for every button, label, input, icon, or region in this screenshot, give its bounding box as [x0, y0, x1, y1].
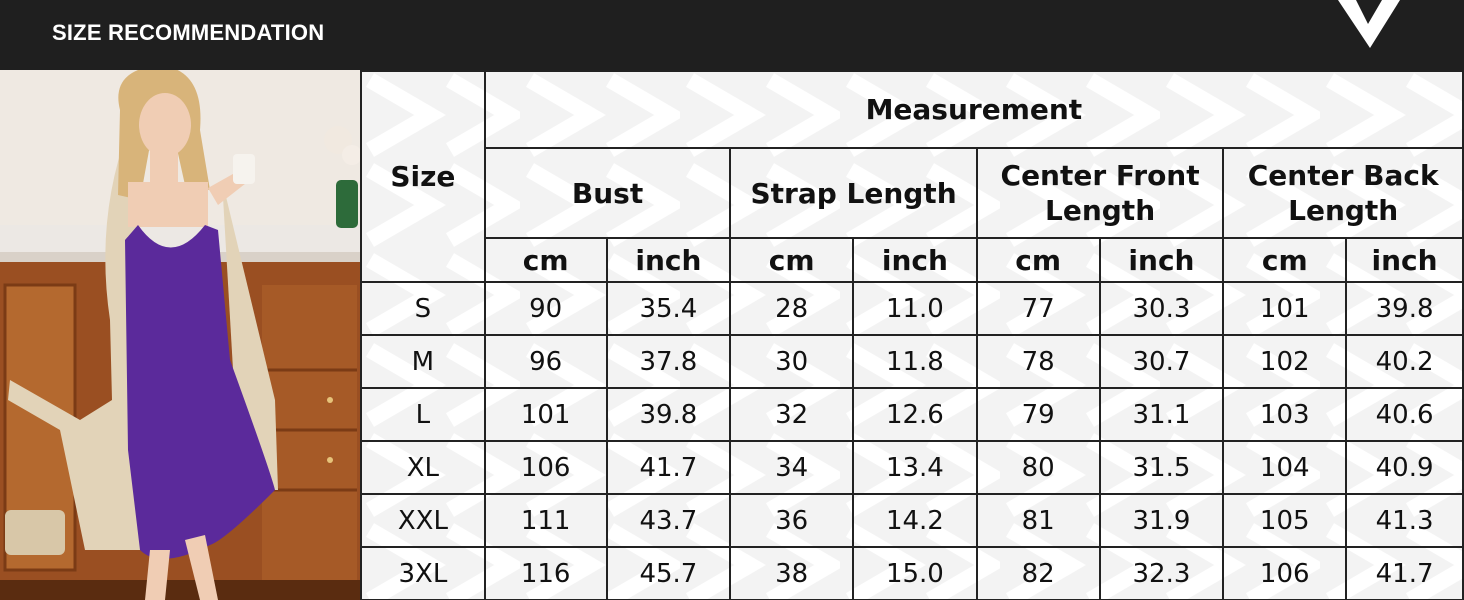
size-cell: 3XL [360, 546, 486, 600]
table-row: L 101 39.8 32 12.6 79 31.1 103 40.6 [360, 387, 1464, 442]
center-back-length-header: Center Back Length [1222, 147, 1464, 239]
measurement-cell: 78 [975, 334, 1101, 389]
unit-header: inch [1098, 237, 1225, 283]
measurement-header: Measurement [483, 70, 1464, 149]
size-cell: S [360, 281, 486, 336]
measurement-cell: 13.4 [852, 440, 978, 495]
table-row: M 96 37.8 30 11.8 78 30.7 102 40.2 [360, 334, 1464, 389]
measurement-cell: 38 [729, 546, 855, 600]
header-bar: SIZE RECOMMENDATION [0, 0, 1464, 70]
measurement-cell: 11.8 [852, 334, 978, 389]
unit-header: inch [852, 237, 978, 283]
measurement-cell: 102 [1222, 334, 1348, 389]
center-front-length-header: Center Front Length [975, 147, 1225, 239]
table-row: 3XL 116 45.7 38 15.0 82 32.3 106 41.7 [360, 546, 1464, 600]
measurement-cell: 37.8 [605, 334, 732, 389]
measurement-cell: 90 [483, 281, 608, 336]
unit-header: inch [605, 237, 732, 283]
unit-header: cm [1222, 237, 1348, 283]
measurement-cell: 28 [729, 281, 855, 336]
measurement-cell: 41.7 [1345, 546, 1464, 600]
measurement-cell: 82 [975, 546, 1101, 600]
measurement-cell: 39.8 [1345, 281, 1464, 336]
measurement-cell: 31.9 [1098, 493, 1225, 548]
measurement-cell: 40.9 [1345, 440, 1464, 495]
size-header: Size [360, 70, 486, 283]
measurement-cell: 80 [975, 440, 1101, 495]
measurement-cell: 101 [1222, 281, 1348, 336]
measurement-cell: 36 [729, 493, 855, 548]
measurement-cell: 30.7 [1098, 334, 1225, 389]
measurement-cell: 106 [1222, 546, 1348, 600]
measurement-cell: 96 [483, 334, 608, 389]
measurement-cell: 12.6 [852, 387, 978, 442]
measurement-cell: 43.7 [605, 493, 732, 548]
size-table: Size Measurement Bust Strap Length Cente… [360, 70, 1464, 600]
strap-length-header: Strap Length [729, 147, 978, 239]
table-row: XL 106 41.7 34 13.4 80 31.5 104 40.9 [360, 440, 1464, 495]
bust-header: Bust [483, 147, 732, 239]
measurement-cell: 14.2 [852, 493, 978, 548]
measurement-cell: 41.3 [1345, 493, 1464, 548]
measurement-cell: 15.0 [852, 546, 978, 600]
page-title: SIZE RECOMMENDATION [52, 20, 325, 45]
unit-header: cm [729, 237, 855, 283]
size-cell: L [360, 387, 486, 442]
measurement-cell: 40.6 [1345, 387, 1464, 442]
measurement-cell: 101 [483, 387, 608, 442]
size-cell: XL [360, 440, 486, 495]
measurement-cell: 116 [483, 546, 608, 600]
measurement-cell: 77 [975, 281, 1101, 336]
table-row: XXL 111 43.7 36 14.2 81 31.9 105 41.3 [360, 493, 1464, 548]
measurement-cell: 79 [975, 387, 1101, 442]
size-chart: Size Measurement Bust Strap Length Cente… [360, 70, 1464, 600]
measurement-cell: 41.7 [605, 440, 732, 495]
measurement-cell: 39.8 [605, 387, 732, 442]
size-cell: M [360, 334, 486, 389]
measurement-cell: 105 [1222, 493, 1348, 548]
measurement-cell: 40.2 [1345, 334, 1464, 389]
measurement-cell: 31.5 [1098, 440, 1225, 495]
measurement-cell: 35.4 [605, 281, 732, 336]
measurement-cell: 30 [729, 334, 855, 389]
measurement-cell: 103 [1222, 387, 1348, 442]
size-cell: XXL [360, 493, 486, 548]
measurement-cell: 111 [483, 493, 608, 548]
unit-header: cm [483, 237, 608, 283]
measurement-cell: 45.7 [605, 546, 732, 600]
measurement-cell: 81 [975, 493, 1101, 548]
unit-header: inch [1345, 237, 1464, 283]
model-photo [0, 70, 360, 600]
measurement-cell: 31.1 [1098, 387, 1225, 442]
measurement-cell: 34 [729, 440, 855, 495]
table-row: S 90 35.4 28 11.0 77 30.3 101 39.8 [360, 281, 1464, 336]
measurement-cell: 30.3 [1098, 281, 1225, 336]
measurement-cell: 104 [1222, 440, 1348, 495]
measurement-cell: 32.3 [1098, 546, 1225, 600]
measurement-cell: 11.0 [852, 281, 978, 336]
measurement-cell: 32 [729, 387, 855, 442]
chevron-down-icon [1338, 0, 1400, 48]
unit-header: cm [975, 237, 1101, 283]
measurement-cell: 106 [483, 440, 608, 495]
